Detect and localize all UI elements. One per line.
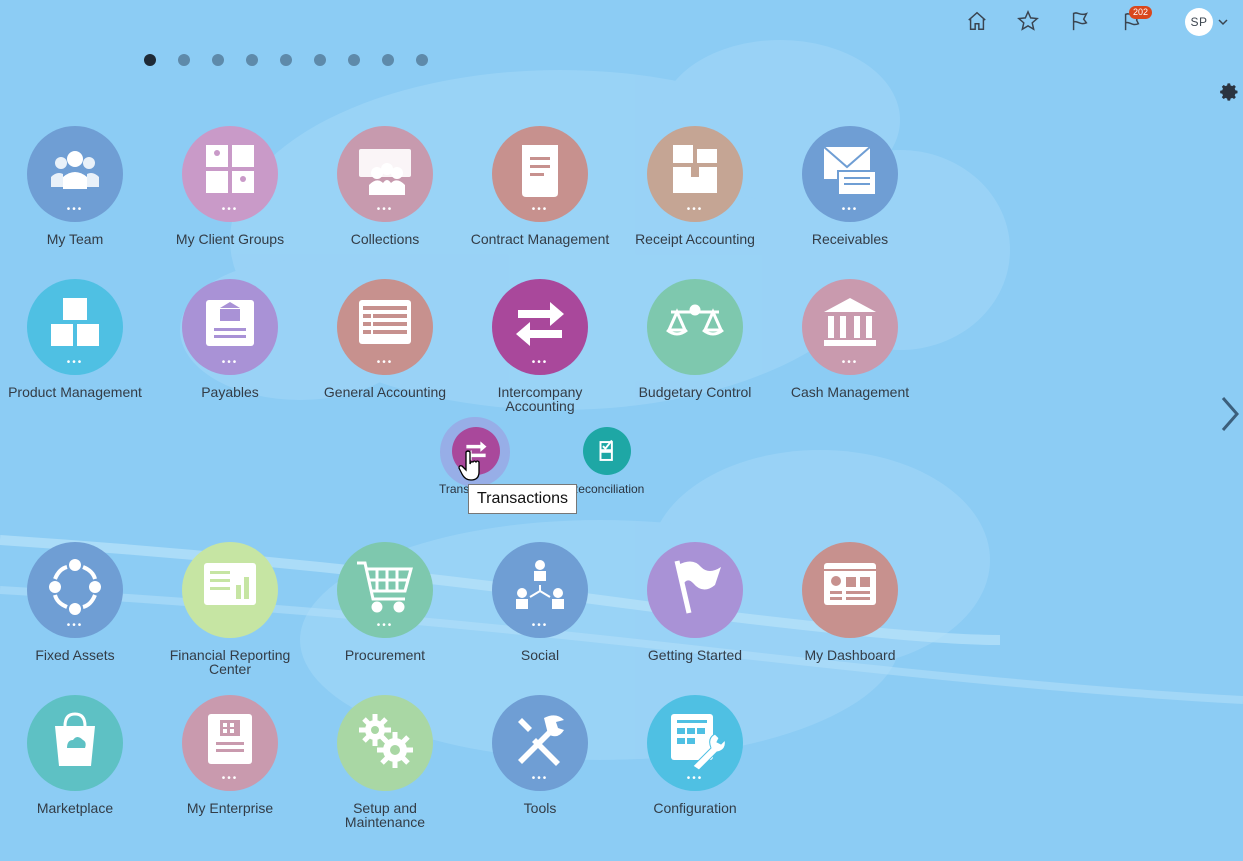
tile-budgetary-control[interactable]: Budgetary Control — [620, 279, 770, 399]
page-dot-9[interactable] — [416, 54, 428, 66]
tile-label: Collections — [350, 231, 420, 247]
tile-label: Social — [520, 647, 560, 663]
payables-bank-icon: ••• — [182, 279, 278, 375]
shopping-bag-icon — [27, 695, 123, 791]
tile-payables[interactable]: ••• Payables — [155, 279, 305, 399]
tile-my-client-groups[interactable]: ••• My Client Groups — [155, 126, 305, 246]
page-dot-4[interactable] — [246, 54, 258, 66]
page-indicator — [144, 54, 428, 66]
tile-product-management[interactable]: ••• Product Management — [0, 279, 150, 399]
tile-label: My Team — [46, 231, 104, 247]
product-blocks-icon: ••• — [27, 279, 123, 375]
tile-my-dashboard[interactable]: My Dashboard — [775, 542, 925, 662]
notifications-count-badge: 202 — [1129, 6, 1153, 19]
tile-label: Getting Started — [647, 647, 743, 663]
user-avatar[interactable]: SP — [1185, 8, 1213, 36]
tile-collections[interactable]: ••• Collections — [310, 126, 460, 246]
tile-my-enterprise[interactable]: ••• My Enterprise — [155, 695, 305, 815]
subitem-reconciliation[interactable]: Reconciliation — [566, 427, 648, 496]
tile-getting-started[interactable]: Getting Started — [620, 542, 770, 662]
tile-label: Tools — [523, 800, 557, 816]
tile-fixed-assets[interactable]: ••• Fixed Assets — [0, 542, 150, 662]
favorites-star-icon[interactable] — [1015, 8, 1041, 34]
tools-icon: ••• — [492, 695, 588, 791]
tile-general-accounting[interactable]: ••• General Accounting — [310, 279, 460, 399]
tile-social[interactable]: ••• Social — [465, 542, 615, 662]
collections-icon: ••• — [337, 126, 433, 222]
page-dot-2[interactable] — [178, 54, 190, 66]
tile-label: Payables — [201, 384, 259, 400]
bank-icon: ••• — [802, 279, 898, 375]
tile-label: Receipt Accounting — [635, 231, 755, 247]
report-chart-icon — [182, 542, 278, 638]
team-icon: ••• — [27, 126, 123, 222]
tile-label: Intercompany Accounting — [497, 384, 583, 414]
envelope-icon: ••• — [802, 126, 898, 222]
tile-marketplace[interactable]: Marketplace — [0, 695, 150, 815]
page-dot-5[interactable] — [280, 54, 292, 66]
tile-label: My Dashboard — [804, 647, 896, 663]
tile-label: Financial Reporting Center — [169, 647, 291, 677]
hand-pointer-icon — [458, 450, 480, 481]
tile-label: Budgetary Control — [638, 384, 752, 400]
client-groups-icon: ••• — [182, 126, 278, 222]
subitem-label: Reconciliation — [569, 482, 645, 496]
tile-label: Product Management — [8, 384, 142, 400]
tile-procurement[interactable]: ••• Procurement — [310, 542, 460, 662]
page-dot-6[interactable] — [314, 54, 326, 66]
chevron-down-icon[interactable] — [1217, 16, 1229, 28]
next-page-chevron-icon[interactable] — [1218, 394, 1242, 434]
tile-label: Cash Management — [790, 384, 910, 400]
page-dot-7[interactable] — [348, 54, 360, 66]
tile-cash-management[interactable]: ••• Cash Management — [775, 279, 925, 399]
tile-label: Receivables — [811, 231, 889, 247]
tile-label: Contract Management — [470, 231, 610, 247]
home-icon[interactable] — [964, 8, 990, 34]
scale-icon — [647, 279, 743, 375]
boxes-icon: ••• — [647, 126, 743, 222]
tile-receivables[interactable]: ••• Receivables — [775, 126, 925, 246]
tile-label: Configuration — [653, 800, 737, 816]
page-dot-8[interactable] — [382, 54, 394, 66]
enterprise-building-icon: ••• — [182, 695, 278, 791]
checklist-icon — [583, 427, 631, 475]
tile-label: Marketplace — [36, 800, 114, 816]
tile-label: Setup and Maintenance — [344, 800, 426, 830]
gears-icon — [337, 695, 433, 791]
tile-setup-and-maintenance[interactable]: Setup and Maintenance — [310, 695, 460, 829]
tile-label: My Enterprise — [186, 800, 274, 816]
configuration-wrench-icon: ••• — [647, 695, 743, 791]
tile-label: Fixed Assets — [35, 647, 115, 663]
tile-label: General Accounting — [323, 384, 447, 400]
shopping-cart-icon: ••• — [337, 542, 433, 638]
social-network-icon: ••• — [492, 542, 588, 638]
gear-icon[interactable] — [1220, 82, 1240, 102]
flag-icon — [647, 542, 743, 638]
contract-scroll-icon: ••• — [492, 126, 588, 222]
notifications-icon[interactable]: 202 — [1119, 6, 1153, 34]
ledger-icon: ••• — [337, 279, 433, 375]
cycle-icon: ••• — [27, 542, 123, 638]
page-dot-3[interactable] — [212, 54, 224, 66]
dashboard-icon — [802, 542, 898, 638]
transfer-arrows-icon: ••• — [492, 279, 588, 375]
tile-configuration[interactable]: ••• Configuration — [620, 695, 770, 815]
watchlist-flag-icon[interactable] — [1067, 8, 1093, 34]
tile-label: Procurement — [344, 647, 426, 663]
tile-financial-reporting-center[interactable]: Financial Reporting Center — [155, 542, 305, 676]
tile-label: My Client Groups — [175, 231, 285, 247]
tile-tools[interactable]: ••• Tools — [465, 695, 615, 815]
page-dot-1[interactable] — [144, 54, 156, 66]
tile-intercompany-accounting[interactable]: ••• Intercompany Accounting — [465, 279, 615, 413]
tile-my-team[interactable]: ••• My Team — [0, 126, 150, 246]
tile-contract-management[interactable]: ••• Contract Management — [465, 126, 615, 246]
tooltip: Transactions — [468, 484, 577, 514]
tile-receipt-accounting[interactable]: ••• Receipt Accounting — [620, 126, 770, 246]
